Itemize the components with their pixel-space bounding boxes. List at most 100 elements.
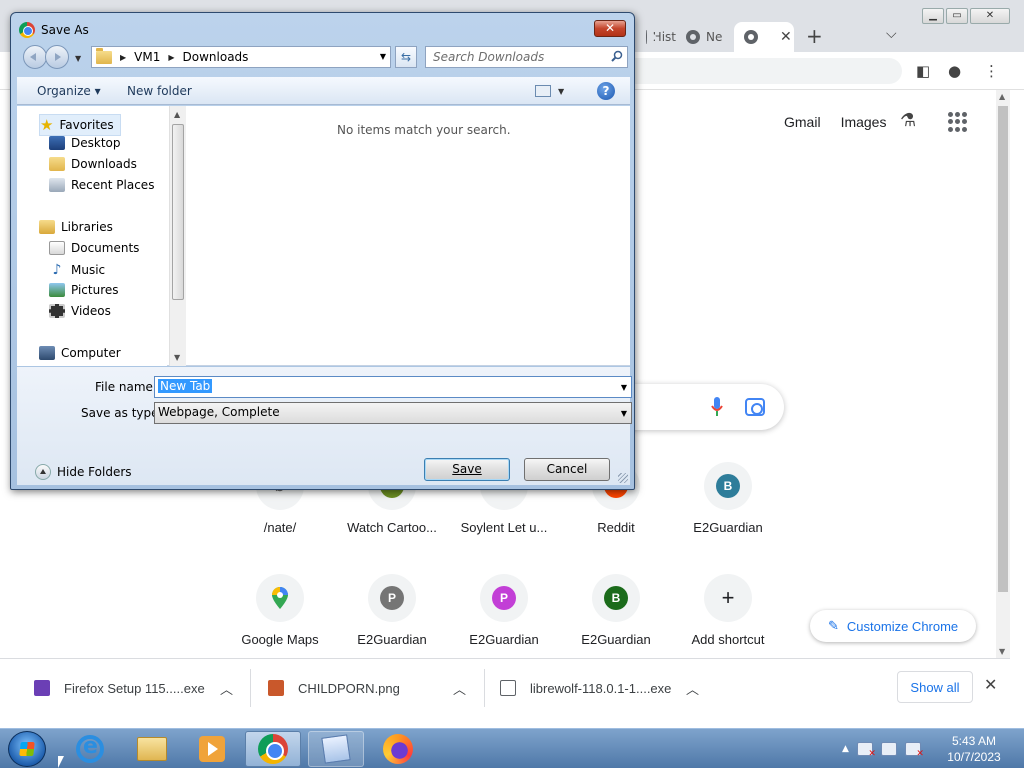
microphone-icon[interactable]: [710, 396, 724, 418]
search-input[interactable]: Search Downloads: [425, 46, 628, 68]
scroll-thumb[interactable]: [172, 124, 184, 300]
breadcrumb-downloads[interactable]: Downloads: [183, 50, 249, 64]
shortcut-tile[interactable]: P E2Guardian: [336, 574, 448, 647]
tab-search-button[interactable]: ⌵: [886, 26, 897, 42]
shortcut-tile[interactable]: P E2Guardian: [448, 574, 560, 647]
nav-libraries[interactable]: Libraries: [39, 220, 113, 234]
recent-locations-dropdown[interactable]: ▼: [75, 54, 81, 63]
network-icon[interactable]: [880, 742, 897, 756]
customize-chrome-button[interactable]: ✎ Customize Chrome: [810, 610, 976, 642]
volume-muted-icon[interactable]: [904, 742, 924, 759]
scroll-down-icon[interactable]: ▼: [174, 353, 180, 362]
chevron-up-icon[interactable]: ︿: [220, 659, 233, 717]
taskbar-firefox[interactable]: [370, 731, 426, 767]
nav-downloads[interactable]: Downloads: [49, 157, 137, 171]
shortcut-tile[interactable]: B E2Guardian: [560, 574, 672, 647]
maximize-button[interactable]: ▭: [946, 8, 968, 24]
help-icon[interactable]: ?: [597, 82, 615, 100]
gmail-link[interactable]: Gmail: [784, 114, 821, 130]
chevron-up-icon[interactable]: ︿: [453, 659, 466, 717]
nav-documents[interactable]: Documents: [49, 241, 139, 255]
tab-active[interactable]: ✕: [734, 22, 794, 52]
tab-label: Hist: [652, 30, 676, 44]
omnibox[interactable]: [620, 58, 902, 84]
forward-button[interactable]: [45, 45, 69, 69]
tab-new-tab-1[interactable]: Ne: [676, 22, 730, 52]
close-shelf-icon[interactable]: ✕: [984, 675, 997, 695]
file-list[interactable]: No items match your search.: [187, 106, 630, 366]
new-tab-button[interactable]: +: [806, 24, 823, 48]
scroll-up-icon[interactable]: ▲: [999, 92, 1005, 101]
dialog-titlebar[interactable]: Save As: [19, 21, 89, 39]
dialog-close-button[interactable]: ✕: [594, 20, 626, 37]
nav-favorites[interactable]: ★ Favorites: [39, 114, 121, 136]
chevron-down-icon[interactable]: ▼: [621, 409, 627, 418]
chevron-down-icon[interactable]: ▼: [558, 87, 564, 96]
profile-icon[interactable]: ●: [948, 62, 961, 80]
labs-flask-icon[interactable]: ⚗: [900, 110, 916, 131]
organize-button[interactable]: Organize ▾: [37, 84, 101, 98]
shortcut-tile[interactable]: Google Maps: [224, 574, 336, 647]
nav-scrollbar[interactable]: ▲ ▼: [169, 106, 186, 366]
nav-videos[interactable]: Videos: [49, 304, 111, 318]
tab-history[interactable]: Hist: [636, 22, 676, 52]
chevron-down-icon[interactable]: ▼: [380, 52, 386, 61]
taskbar-notepad[interactable]: [308, 731, 364, 767]
side-panel-icon[interactable]: ◧: [916, 62, 930, 80]
shortcut-tile[interactable]: B E2Guardian: [672, 462, 784, 535]
nav-pictures[interactable]: Pictures: [49, 283, 119, 297]
dialog-title: Save As: [41, 23, 89, 37]
menu-icon[interactable]: ⋮: [984, 62, 999, 80]
file-name-input[interactable]: New Tab ▼: [154, 376, 632, 398]
nav-desktop[interactable]: Desktop: [49, 136, 121, 150]
taskbar-clock[interactable]: 5:43 AM 10/7/2023: [944, 733, 1004, 765]
breadcrumb-vm1[interactable]: VM1: [134, 50, 160, 64]
nav-recent-places[interactable]: Recent Places: [49, 178, 154, 192]
close-window-button[interactable]: ✕: [970, 8, 1010, 24]
show-all-button[interactable]: Show all: [897, 671, 973, 703]
page-scrollbar[interactable]: ▲ ▼: [996, 90, 1010, 658]
refresh-button[interactable]: ⇆: [395, 46, 417, 68]
download-item[interactable]: librewolf-118.0.1-1....exe: [500, 659, 671, 717]
cancel-button[interactable]: Cancel: [524, 458, 610, 481]
chevron-down-icon[interactable]: ▼: [621, 383, 627, 392]
download-item[interactable]: CHILDPORN.png: [268, 659, 400, 717]
nav-music[interactable]: ♪ Music: [49, 262, 106, 278]
start-button[interactable]: [8, 731, 46, 767]
taskbar-explorer[interactable]: [124, 731, 180, 767]
scroll-up-icon[interactable]: ▲: [174, 110, 180, 119]
view-options-icon[interactable]: [535, 85, 551, 97]
taskbar-internet-explorer[interactable]: [62, 731, 118, 767]
apps-grid-icon[interactable]: [948, 112, 968, 132]
taskbar-media-player[interactable]: [184, 731, 240, 767]
nav-computer[interactable]: Computer: [39, 346, 121, 360]
new-folder-button[interactable]: New folder: [127, 84, 192, 98]
add-shortcut-tile[interactable]: + Add shortcut: [672, 574, 784, 647]
chevron-right-icon[interactable]: ▶: [120, 53, 126, 62]
chevron-right-icon[interactable]: ▶: [168, 53, 174, 62]
save-button[interactable]: Save: [424, 458, 510, 481]
action-center-flag-icon[interactable]: [856, 742, 876, 759]
nav-label: Libraries: [61, 220, 113, 234]
save-type-select[interactable]: Webpage, Complete ▼: [154, 402, 632, 424]
hide-folders-button[interactable]: Hide Folders: [35, 464, 132, 480]
show-hidden-icons-button[interactable]: ▲: [842, 744, 849, 754]
download-item[interactable]: Firefox Setup 115.....exe: [34, 659, 205, 717]
images-link[interactable]: Images: [841, 114, 887, 130]
file-name-value: New Tab: [158, 379, 213, 393]
taskbar-chrome[interactable]: [245, 731, 301, 767]
shortcut-label: Soylent Let u...: [460, 520, 548, 535]
lens-camera-icon[interactable]: [745, 398, 765, 416]
close-tab-icon[interactable]: ✕: [780, 29, 792, 45]
scroll-down-icon[interactable]: ▼: [999, 647, 1005, 656]
installer-file-icon: [34, 680, 50, 696]
nav-label: Downloads: [71, 157, 137, 171]
chevron-up-icon[interactable]: ︿: [686, 659, 699, 717]
resize-grip[interactable]: [618, 473, 628, 483]
minimize-button[interactable]: ▁: [922, 8, 944, 24]
download-name: CHILDPORN.png: [298, 680, 400, 696]
address-bar[interactable]: ▶ VM1 ▶ Downloads ▼: [91, 46, 391, 68]
scroll-thumb[interactable]: [998, 106, 1008, 592]
back-button[interactable]: [23, 45, 47, 69]
shortcut-label: Google Maps: [241, 632, 319, 647]
